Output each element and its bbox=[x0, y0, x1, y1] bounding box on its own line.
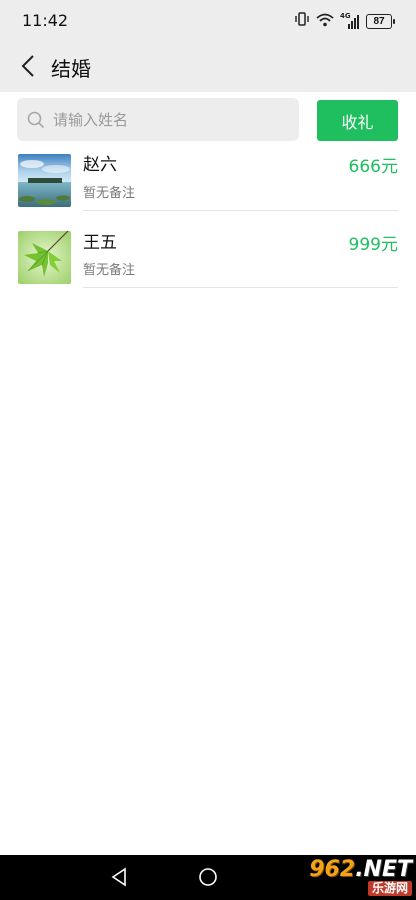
divider bbox=[83, 287, 398, 288]
status-time: 11:42 bbox=[22, 11, 69, 30]
record-name: 王五 bbox=[83, 233, 117, 253]
status-icons: 4G 87 bbox=[294, 11, 395, 31]
record-note: 暂无备注 bbox=[83, 186, 136, 201]
record-note: 暂无备注 bbox=[83, 263, 136, 278]
watermark-number: 962 bbox=[309, 857, 356, 882]
home-circle-icon[interactable] bbox=[197, 866, 219, 888]
record-amount: 999元 bbox=[348, 235, 398, 255]
list-item[interactable]: 王五 999元 暂无备注 bbox=[0, 223, 416, 300]
chevron-left-icon bbox=[21, 55, 34, 77]
receive-gift-button[interactable]: 收礼 bbox=[317, 100, 398, 141]
battery-level: 87 bbox=[373, 15, 385, 27]
title-bar: 结婚 bbox=[0, 40, 416, 92]
record-name: 赵六 bbox=[83, 155, 117, 175]
page-title: 结婚 bbox=[51, 57, 91, 81]
vibrate-icon bbox=[294, 11, 310, 31]
gift-record-list: 赵六 666元 暂无备注 王五 999元 暂无备注 bbox=[0, 146, 416, 300]
search-icon bbox=[27, 111, 45, 128]
back-button[interactable] bbox=[14, 52, 42, 80]
watermark-suffix: .NET bbox=[355, 857, 412, 882]
watermark-brand: 962.NET bbox=[309, 859, 412, 881]
back-triangle-icon[interactable] bbox=[108, 866, 130, 888]
watermark-subtitle: 乐游网 bbox=[367, 881, 412, 896]
list-item[interactable]: 赵六 666元 暂无备注 bbox=[0, 146, 416, 223]
battery-icon: 87 bbox=[366, 13, 395, 29]
system-navigation-bar: 962.NET 乐游网 bbox=[0, 855, 416, 900]
divider bbox=[83, 210, 398, 211]
search-box[interactable] bbox=[17, 98, 299, 141]
green-leaves-image bbox=[18, 231, 71, 284]
lake-landscape-image bbox=[18, 154, 71, 207]
wifi-icon bbox=[316, 12, 334, 31]
record-amount: 666元 bbox=[348, 157, 398, 177]
status-bar: 11:42 4G 87 bbox=[0, 0, 416, 40]
cellular-signal-icon: 4G bbox=[340, 12, 360, 29]
search-input[interactable] bbox=[53, 110, 283, 129]
watermark-logo: 962.NET 乐游网 bbox=[278, 857, 412, 898]
